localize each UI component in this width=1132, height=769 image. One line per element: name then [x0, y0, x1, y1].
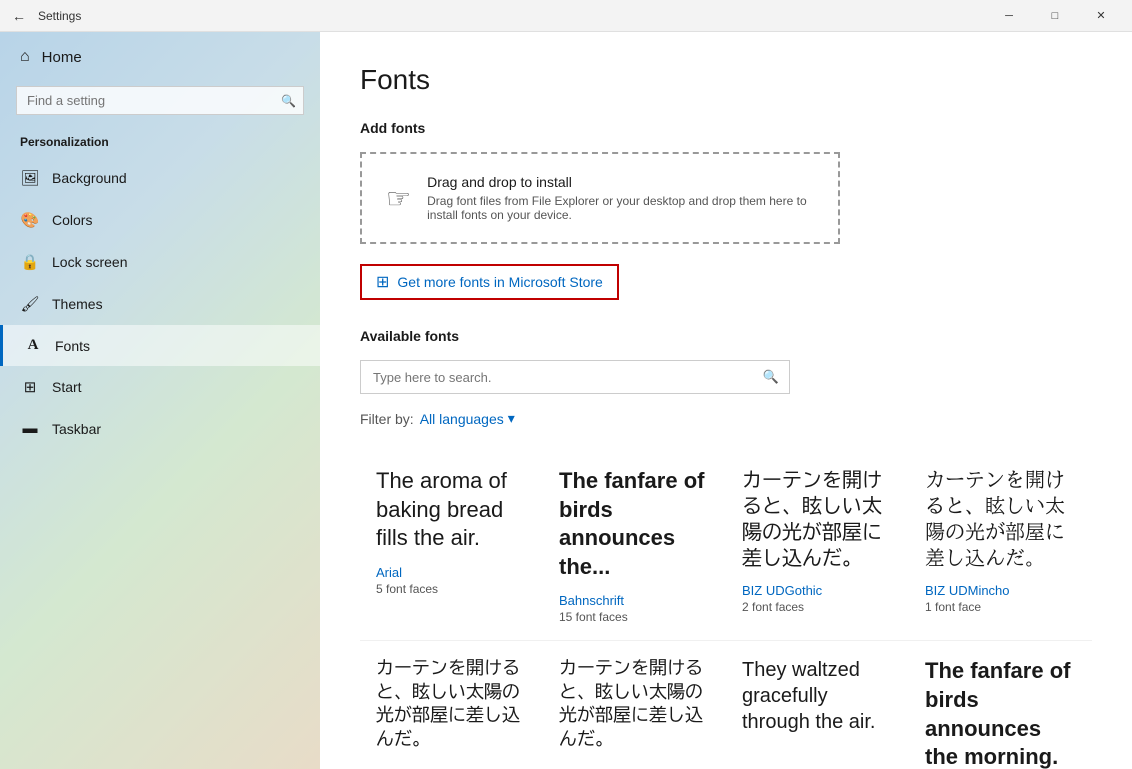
store-btn-label: Get more fonts in Microsoft Store	[397, 274, 602, 290]
lock-icon: 🔒	[20, 253, 40, 271]
back-button[interactable]: ←	[8, 4, 30, 28]
font-name-biz-udgothic: BIZ UDGothic	[742, 583, 893, 598]
sidebar-home-label: Home	[42, 49, 82, 66]
font-card-biz-udmincho[interactable]: カーテンを開けると、眩しい太陽の光が部屋に差し込んだ。 BIZ UDMincho…	[909, 451, 1092, 641]
font-card-row2-3[interactable]: They waltzed gracefully through the air.	[726, 641, 909, 769]
sidebar-item-taskbar[interactable]: ▬ Taskbar	[0, 408, 320, 449]
main-content: Fonts Add fonts ☞ Drag and drop to insta…	[320, 32, 1132, 769]
font-faces-bahnschrift: 15 font faces	[559, 610, 710, 624]
start-icon: ⊞	[20, 378, 40, 396]
sidebar-item-colors-label: Colors	[52, 212, 92, 228]
font-preview-bahnschrift: The fanfare of birds announces the...	[559, 467, 710, 581]
drag-drop-secondary: Drag font files from File Explorer or yo…	[427, 194, 814, 222]
font-card-row2-4[interactable]: The fanfare of birds announces the morni…	[909, 641, 1092, 769]
themes-icon: 🖌	[20, 295, 40, 313]
font-faces-arial: 5 font faces	[376, 582, 527, 596]
font-card-row2-1[interactable]: カーテンを開けると、眩しい太陽の光が部屋に差し込んだ。	[360, 641, 543, 769]
sidebar-item-background-label: Background	[52, 170, 127, 186]
font-faces-biz-udgothic: 2 font faces	[742, 600, 893, 614]
font-card-biz-udgothic[interactable]: カーテンを開けると、眩しい太陽の光が部屋に差し込んだ。 BIZ UDGothic…	[726, 451, 909, 641]
font-preview-row2-2: カーテンを開けると、眩しい太陽の光が部屋に差し込んだ。	[559, 657, 710, 751]
taskbar-icon: ▬	[20, 420, 40, 437]
sidebar-item-colors[interactable]: 🎨 Colors	[0, 199, 320, 241]
font-card-bahnschrift[interactable]: The fanfare of birds announces the... Ba…	[543, 451, 726, 641]
font-name-arial: Arial	[376, 565, 527, 580]
titlebar: ← Settings ─ □ ✕	[0, 0, 1132, 32]
font-preview-row2-1: カーテンを開けると、眩しい太陽の光が部屋に差し込んだ。	[376, 657, 527, 751]
colors-icon: 🎨	[20, 211, 40, 229]
filter-value: All languages	[420, 411, 504, 427]
sidebar-item-home[interactable]: ⌂ Home	[0, 32, 320, 82]
filter-row: Filter by: All languages ▾	[360, 410, 1092, 427]
font-grid: The aroma of baking bread fills the air.…	[360, 451, 1092, 769]
titlebar-controls: ─ □ ✕	[986, 0, 1124, 32]
drag-drop-text: Drag and drop to install Drag font files…	[427, 174, 814, 222]
titlebar-left: ← Settings	[8, 4, 81, 28]
search-input[interactable]	[16, 86, 304, 115]
font-name-bahnschrift: Bahnschrift	[559, 593, 710, 608]
font-search-container: 🔍	[360, 360, 790, 394]
font-card-row2-2[interactable]: カーテンを開けると、眩しい太陽の光が部屋に差し込んだ。	[543, 641, 726, 769]
sidebar-item-start-label: Start	[52, 379, 82, 395]
sidebar-item-taskbar-label: Taskbar	[52, 421, 101, 437]
store-icon: ⊞	[376, 272, 389, 292]
close-button[interactable]: ✕	[1078, 0, 1124, 32]
font-search-icon: 🔍	[753, 361, 789, 393]
sidebar-item-themes-label: Themes	[52, 296, 103, 312]
font-search-input[interactable]	[361, 362, 753, 393]
search-icon: 🔍	[281, 94, 296, 108]
available-fonts-title: Available fonts	[360, 328, 1092, 344]
filter-arrow-icon: ▾	[508, 410, 515, 427]
maximize-button[interactable]: □	[1032, 0, 1078, 32]
drag-drop-primary: Drag and drop to install	[427, 174, 814, 190]
drag-drop-area[interactable]: ☞ Drag and drop to install Drag font fil…	[360, 152, 840, 244]
sidebar-item-themes[interactable]: 🖌 Themes	[0, 283, 320, 325]
filter-language-selector[interactable]: All languages ▾	[420, 410, 515, 427]
page-title: Fonts	[360, 64, 1092, 96]
font-faces-biz-udmincho: 1 font face	[925, 600, 1076, 614]
sidebar-item-lock-label: Lock screen	[52, 254, 127, 270]
fonts-icon: A	[23, 337, 43, 354]
minimize-button[interactable]: ─	[986, 0, 1032, 32]
filter-label: Filter by:	[360, 411, 414, 427]
sidebar-section-title: Personalization	[0, 127, 320, 157]
sidebar-item-start[interactable]: ⊞ Start	[0, 366, 320, 408]
font-card-arial[interactable]: The aroma of baking bread fills the air.…	[360, 451, 543, 641]
font-preview-arial: The aroma of baking bread fills the air.	[376, 467, 527, 553]
background-icon: 🖼	[20, 169, 40, 187]
titlebar-title: Settings	[38, 9, 81, 23]
font-preview-row2-3: They waltzed gracefully through the air.	[742, 657, 893, 737]
store-button[interactable]: ⊞ Get more fonts in Microsoft Store	[360, 264, 619, 300]
add-fonts-title: Add fonts	[360, 120, 1092, 136]
font-preview-biz-udgothic: カーテンを開けると、眩しい太陽の光が部屋に差し込んだ。	[742, 467, 893, 571]
app-body: ⌂ Home 🔍 Personalization 🖼 Background 🎨 …	[0, 32, 1132, 769]
home-icon: ⌂	[20, 48, 30, 66]
sidebar-item-fonts-label: Fonts	[55, 338, 90, 354]
sidebar-search-container: 🔍	[16, 86, 304, 115]
font-preview-biz-udmincho: カーテンを開けると、眩しい太陽の光が部屋に差し込んだ。	[925, 467, 1076, 571]
font-preview-row2-4: The fanfare of birds announces the morni…	[925, 657, 1076, 769]
sidebar-item-background[interactable]: 🖼 Background	[0, 157, 320, 199]
sidebar-item-lock-screen[interactable]: 🔒 Lock screen	[0, 241, 320, 283]
drag-drop-icon: ☞	[386, 182, 411, 215]
sidebar: ⌂ Home 🔍 Personalization 🖼 Background 🎨 …	[0, 32, 320, 769]
font-name-biz-udmincho: BIZ UDMincho	[925, 583, 1076, 598]
sidebar-item-fonts[interactable]: A Fonts	[0, 325, 320, 366]
